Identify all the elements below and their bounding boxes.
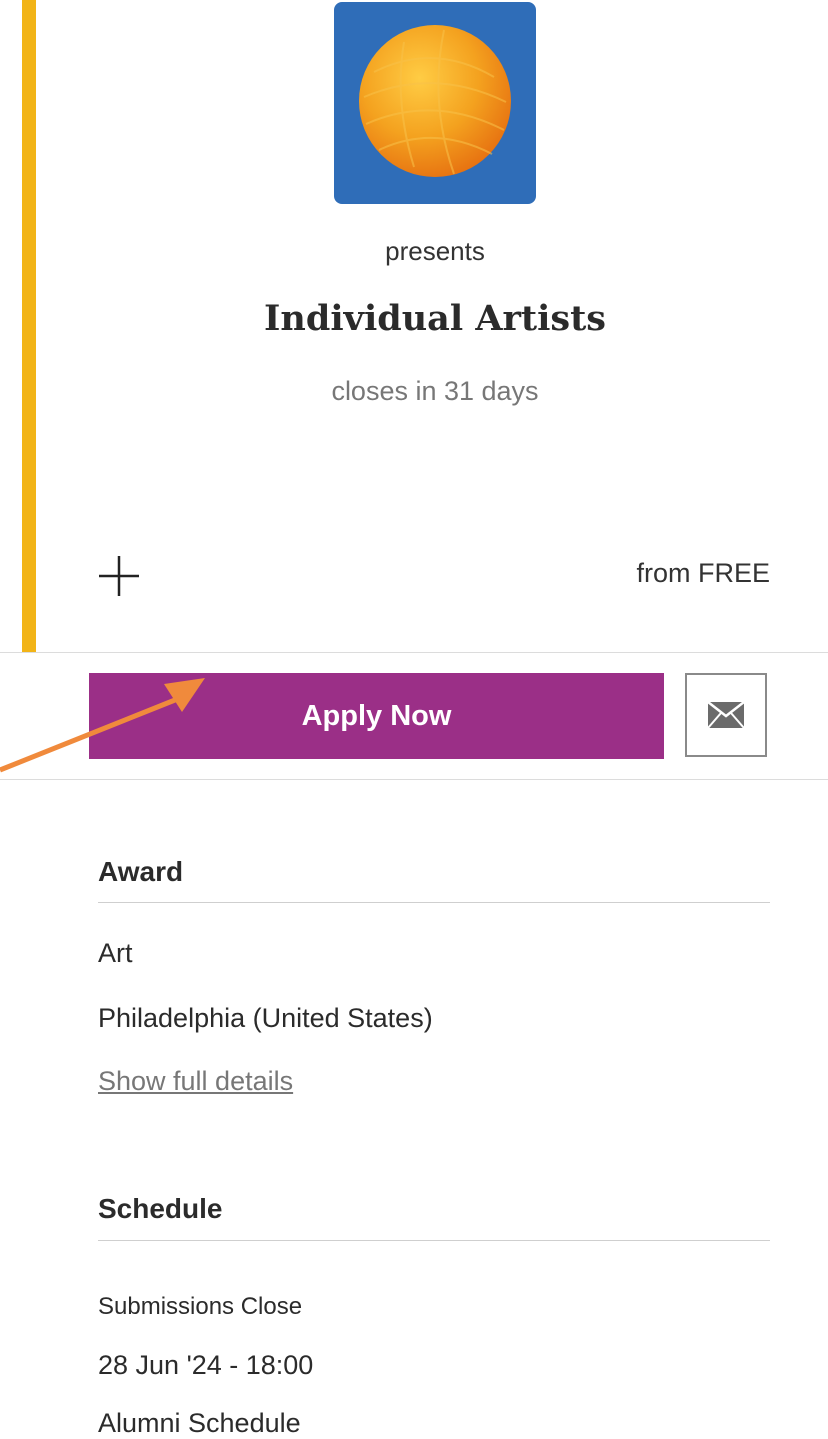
schedule-rule — [98, 1240, 770, 1241]
deadline-countdown: closes in 31 days — [331, 376, 539, 406]
apply-now-button[interactable]: Apply Now — [89, 673, 664, 759]
actions-divider — [0, 779, 828, 780]
organizer-logo — [334, 2, 536, 204]
show-full-details-link[interactable]: Show full details — [98, 1066, 293, 1097]
presents-label: presents — [385, 236, 485, 266]
page-title: Individual Artists — [264, 298, 606, 339]
card-divider — [0, 652, 828, 653]
submissions-close-date: 28 Jun '24 - 18:00 — [98, 1350, 314, 1380]
price-label: from FREE — [636, 558, 770, 588]
award-heading: Award — [98, 856, 184, 887]
award-location: Philadelphia (United States) — [98, 1003, 433, 1033]
award-rule — [98, 902, 770, 903]
globe-icon — [359, 25, 511, 177]
schedule-next-item: Alumni Schedule — [98, 1408, 301, 1438]
email-button[interactable] — [685, 673, 767, 757]
schedule-heading: Schedule — [98, 1193, 223, 1224]
award-category: Art — [98, 938, 133, 968]
plus-icon[interactable] — [96, 553, 142, 599]
envelope-icon — [707, 701, 745, 729]
submissions-close-label: Submissions Close — [98, 1293, 303, 1320]
